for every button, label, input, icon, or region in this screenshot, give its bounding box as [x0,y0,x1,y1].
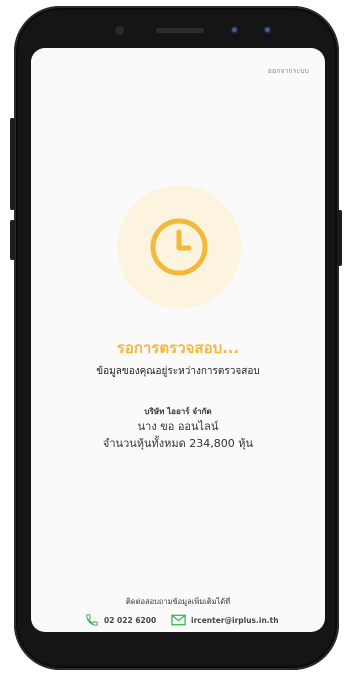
status-title: รอการตรวจสอบ... [116,339,240,357]
status-icon-circle [117,185,241,309]
phone-number: 02 022 6200 [104,615,157,625]
logout-link[interactable]: ออกจากระบบ [268,66,309,77]
assistant-button [10,220,15,260]
earpiece-speaker [156,28,204,33]
volume-button [10,118,15,210]
power-button [337,210,342,266]
shareholder-name: นาง ขอ ออนไลน์ [137,420,219,433]
iris-scanner [262,25,274,37]
status-message: ข้อมูลของคุณอยู่ระหว่างการตรวจสอบ [96,366,260,377]
app-screen: ออกจากระบบ รอการตรวจสอบ... ข้อมูลของคุณอ… [31,48,325,632]
email-contact[interactable]: ircenter@irplus.in.th [171,612,279,628]
email-icon [171,614,186,626]
phone-icon [86,614,98,626]
proximity-sensor [115,26,124,35]
front-camera [229,25,241,37]
email-address: ircenter@irplus.in.th [191,615,279,625]
contact-caption: ติดต่อสอบถามข้อมูลเพิ่มเติมได้ที่ [125,597,231,606]
share-count: จำนวนหุ้นทั้งหมด 234,800 หุ้น [102,437,254,450]
contact-row: 02 022 6200 ircenter@irplus.in.th [31,612,325,628]
phone-contact[interactable]: 02 022 6200 [85,612,156,628]
clock-icon [150,218,208,276]
